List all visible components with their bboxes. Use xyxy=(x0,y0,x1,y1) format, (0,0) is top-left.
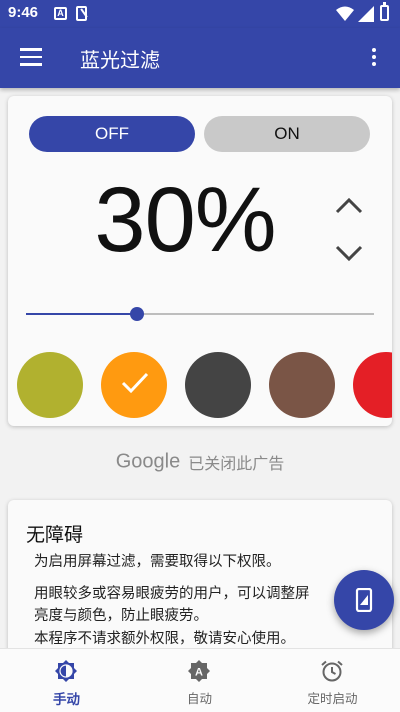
wifi-icon xyxy=(336,6,354,21)
manual-brightness-icon xyxy=(55,660,77,682)
auto-brightness-icon: A xyxy=(188,660,210,682)
nav-manual-label: 手动 xyxy=(53,692,80,708)
ad-closed-text: 已关闭此广告 xyxy=(188,454,285,473)
accessibility-line: 用眼较多或容易眼疲劳的用户，可以调整屏 xyxy=(34,586,310,602)
nav-schedule[interactable]: 定时启动 xyxy=(266,649,399,712)
bottom-navigation: 手动 A 自动 定时启动 xyxy=(0,648,400,712)
battery-icon xyxy=(380,2,389,21)
status-time: 9:46 xyxy=(8,4,39,21)
google-logo: Google xyxy=(115,450,181,473)
checkmark-icon xyxy=(121,372,149,394)
notification-n-icon xyxy=(76,6,87,21)
signal-icon xyxy=(358,6,374,22)
color-swatch-brown[interactable] xyxy=(269,352,335,418)
color-swatch-red[interactable] xyxy=(353,352,392,418)
ad-closed-notice: Google 已关闭此广告 xyxy=(0,450,400,474)
alarm-clock-icon xyxy=(321,660,343,682)
screen-filter-icon xyxy=(355,588,373,612)
color-swatch-dark-gray[interactable] xyxy=(185,352,251,418)
nav-auto[interactable]: A 自动 xyxy=(133,649,266,712)
accessibility-line: 本程序不请求额外权限，敬请安心使用。 xyxy=(34,631,295,647)
color-swatch-olive[interactable] xyxy=(17,352,83,418)
app-title: 蓝光过滤 xyxy=(80,48,160,72)
filter-control-card: OFF ON 30% xyxy=(8,96,392,426)
app-bar: 蓝光过滤 xyxy=(0,28,400,88)
accessibility-title: 无障碍 xyxy=(26,524,84,546)
accessibility-line: 亮度与颜色，防止眼疲劳。 xyxy=(34,608,208,624)
nav-manual[interactable]: 手动 xyxy=(0,649,133,712)
color-swatch-row xyxy=(16,352,392,422)
accessibility-card: 无障碍 为启用屏幕过滤，需要取得以下权限。 用眼较多或容易眼疲劳的用户，可以调整… xyxy=(8,500,392,660)
on-button[interactable]: ON xyxy=(204,116,370,152)
off-button[interactable]: OFF xyxy=(29,116,195,152)
accessibility-line: 为启用屏幕过滤，需要取得以下权限。 xyxy=(34,554,281,570)
screen-filter-fab[interactable] xyxy=(334,570,394,630)
chevron-down-icon[interactable] xyxy=(334,242,364,264)
hamburger-menu-icon[interactable] xyxy=(20,48,42,66)
chevron-up-icon[interactable] xyxy=(334,194,364,216)
more-vert-icon[interactable] xyxy=(371,48,377,68)
status-bar: 9:46 A xyxy=(0,0,400,28)
nav-schedule-label: 定时启动 xyxy=(307,691,358,706)
notification-a-icon: A xyxy=(54,7,67,20)
intensity-slider-fill xyxy=(26,313,138,315)
intensity-slider-thumb[interactable] xyxy=(130,307,145,321)
color-swatch-orange[interactable] xyxy=(101,352,167,418)
nav-auto-label: 自动 xyxy=(186,691,212,706)
svg-text:A: A xyxy=(195,667,203,679)
